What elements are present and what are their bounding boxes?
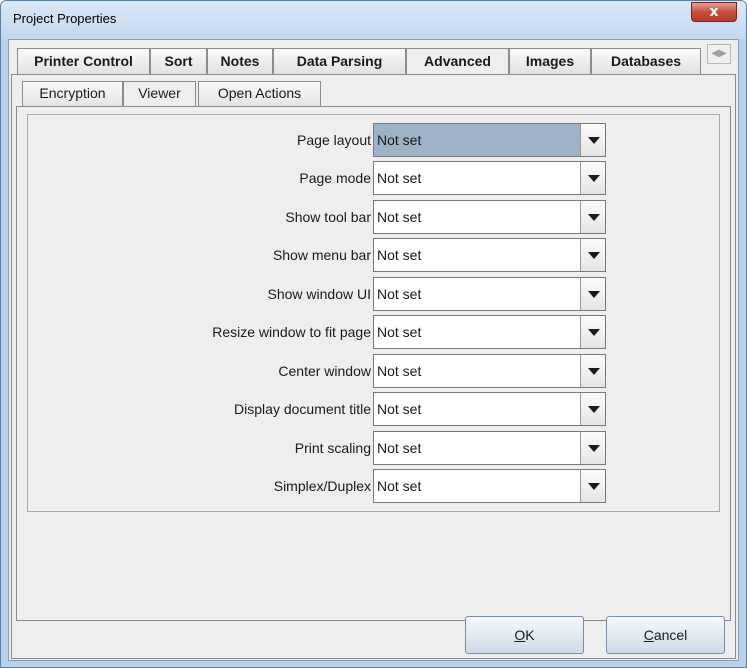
- show-tool-bar-label: Show tool bar: [285, 209, 371, 225]
- show-menu-bar-label: Show menu bar: [272, 247, 371, 263]
- chevron-down-icon[interactable]: [580, 201, 605, 233]
- page-mode-label: Page mode: [299, 170, 371, 186]
- chevron-down-icon[interactable]: [580, 355, 605, 387]
- print-scaling-label: Print scaling: [294, 440, 371, 456]
- ok-button[interactable]: OK: [465, 616, 584, 654]
- chevron-down-icon[interactable]: [580, 316, 605, 348]
- simplex-duplex-label: Simplex/Duplex: [273, 478, 371, 494]
- page-layout-select[interactable]: Not set: [373, 123, 606, 157]
- cancel-label: ancel: [653, 627, 688, 643]
- tab-notes[interactable]: Notes: [207, 48, 273, 74]
- subtab-open-actions[interactable]: Open Actions: [198, 81, 321, 106]
- viewer-panel: Page layout Not set Page mode Not set Sh…: [16, 106, 731, 621]
- show-menu-bar-select[interactable]: Not set: [373, 238, 606, 272]
- center-window-select[interactable]: Not set: [373, 354, 606, 388]
- dialog-client: Printer Control Sort Notes Data Parsing …: [8, 39, 739, 661]
- tab-scroll-arrows[interactable]: ◀▶: [707, 44, 731, 64]
- display-document-title-label: Display document title: [234, 401, 371, 417]
- project-properties-window: Project Properties x Printer Control Sor…: [0, 0, 747, 668]
- show-menu-bar-value: Not set: [377, 247, 422, 263]
- page-layout-value: Not set: [377, 132, 422, 148]
- page-mode-select[interactable]: Not set: [373, 161, 606, 195]
- center-window-label: Center window: [278, 363, 371, 379]
- tab-databases[interactable]: Databases: [591, 48, 701, 74]
- close-icon: x: [709, 4, 719, 20]
- tab-advanced[interactable]: Advanced: [406, 48, 509, 75]
- tab-sort[interactable]: Sort: [150, 48, 207, 74]
- resize-window-select[interactable]: Not set: [373, 315, 606, 349]
- simplex-duplex-select[interactable]: Not set: [373, 469, 606, 503]
- show-tool-bar-select[interactable]: Not set: [373, 200, 606, 234]
- viewer-settings-form: Page layout Not set Page mode Not set Sh…: [27, 114, 720, 512]
- resize-window-label: Resize window to fit page: [212, 324, 371, 340]
- tab-data-parsing[interactable]: Data Parsing: [273, 48, 406, 74]
- subtab-viewer[interactable]: Viewer: [123, 81, 196, 107]
- advanced-tab-panel: Encryption Viewer Open Actions Page layo…: [11, 74, 736, 659]
- center-window-value: Not set: [377, 363, 422, 379]
- chevron-down-icon[interactable]: [580, 470, 605, 502]
- ok-mnemonic: O: [514, 627, 526, 643]
- chevron-down-icon[interactable]: [580, 162, 605, 194]
- chevron-down-icon[interactable]: [580, 432, 605, 464]
- display-document-title-select[interactable]: Not set: [373, 392, 606, 426]
- display-document-title-value: Not set: [377, 401, 422, 417]
- ok-label: K: [525, 627, 535, 643]
- tab-scroll-right-icon[interactable]: ▶: [719, 48, 727, 59]
- window-title: Project Properties: [13, 11, 117, 26]
- title-bar[interactable]: Project Properties x: [1, 1, 746, 39]
- subtab-encryption[interactable]: Encryption: [22, 81, 123, 106]
- show-window-ui-value: Not set: [377, 286, 422, 302]
- chevron-down-icon[interactable]: [580, 393, 605, 425]
- page-mode-value: Not set: [377, 170, 422, 186]
- page-layout-label: Page layout: [297, 132, 371, 148]
- tab-scroll-left-icon[interactable]: ◀: [711, 48, 719, 59]
- dialog-button-bar: OK Cancel: [9, 608, 738, 660]
- print-scaling-select[interactable]: Not set: [373, 431, 606, 465]
- close-button[interactable]: x: [691, 2, 737, 22]
- tab-printer-control[interactable]: Printer Control: [17, 48, 150, 74]
- show-tool-bar-value: Not set: [377, 209, 422, 225]
- resize-window-value: Not set: [377, 324, 422, 340]
- show-window-ui-select[interactable]: Not set: [373, 277, 606, 311]
- simplex-duplex-value: Not set: [377, 478, 422, 494]
- cancel-button[interactable]: Cancel: [606, 616, 725, 654]
- chevron-down-icon[interactable]: [580, 239, 605, 271]
- cancel-mnemonic: C: [643, 627, 654, 643]
- chevron-down-icon[interactable]: [580, 124, 605, 156]
- tab-images[interactable]: Images: [509, 48, 591, 74]
- print-scaling-value: Not set: [377, 440, 422, 456]
- chevron-down-icon[interactable]: [580, 278, 605, 310]
- show-window-ui-label: Show window UI: [267, 286, 372, 302]
